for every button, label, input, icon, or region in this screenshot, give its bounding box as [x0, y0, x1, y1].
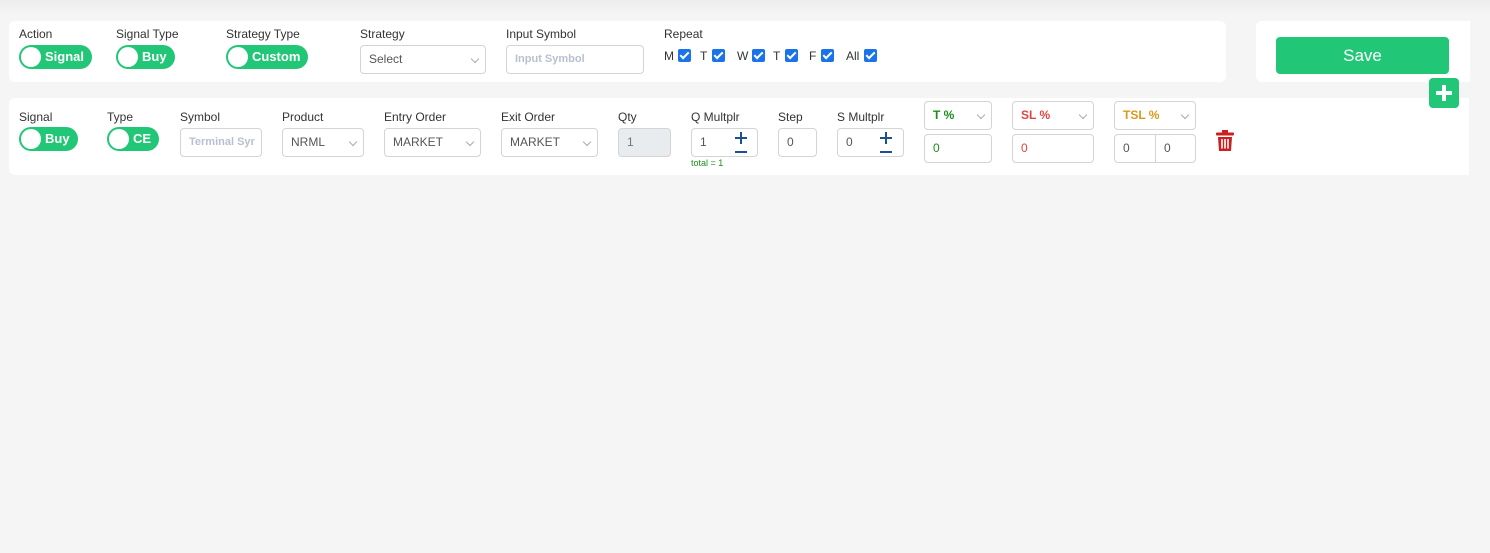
plus-square-icon[interactable]	[1429, 78, 1459, 108]
repeat-checkbox-friday[interactable]	[821, 49, 834, 62]
q-multiplier-total: total = 1	[691, 158, 724, 168]
s-multiplier-label: S Multplr	[837, 110, 885, 124]
entry-order-label: Entry Order	[384, 110, 447, 124]
product-select[interactable]: NRML	[282, 128, 364, 157]
step-value: 0	[787, 135, 794, 149]
strategy-type-toggle[interactable]: Custom	[226, 45, 309, 69]
trailing-sl-value-a: 0	[1123, 141, 1130, 155]
type-toggle[interactable]: CE	[107, 127, 160, 151]
signal-type-label: Signal Type	[116, 27, 179, 41]
save-button[interactable]: Save	[1276, 37, 1449, 74]
repeat-checkbox-thursday[interactable]	[785, 49, 798, 62]
step-label: Step	[778, 110, 803, 124]
q-multiplier-value: 1	[700, 135, 707, 149]
chevron-down-icon	[1180, 110, 1190, 120]
s-multiplier-value: 0	[846, 135, 853, 149]
entry-order-select-value: MARKET	[393, 135, 444, 149]
trash-icon[interactable]	[1216, 130, 1234, 151]
target-field[interactable]: 0	[924, 134, 992, 163]
chevron-down-icon	[1078, 110, 1088, 120]
exit-order-label: Exit Order	[501, 110, 556, 124]
q-multiplier-label: Q Multplr	[691, 110, 740, 124]
s-multiplier-increment-icon[interactable]	[880, 132, 892, 144]
strategy-settings-card: Action Signal Signal Type Buy Strategy T…	[9, 21, 1226, 82]
save-card: Save	[1256, 21, 1470, 82]
symbol-placeholder: Terminal Syr	[189, 136, 255, 148]
leg-row-card: Signal Buy Type CE Symbol Terminal Syr P…	[9, 98, 1469, 175]
target-type-value: T %	[933, 108, 955, 122]
toggle-knob	[118, 47, 138, 67]
step-field[interactable]: 0	[778, 128, 817, 157]
stoploss-value: 0	[1021, 141, 1028, 155]
repeat-label: Repeat	[664, 27, 703, 41]
repeat-day-monday: M	[664, 49, 674, 63]
signal-type-toggle-text: Buy	[142, 49, 167, 64]
trailing-sl-type-select[interactable]: TSL %	[1114, 101, 1196, 130]
stoploss-type-select[interactable]: SL %	[1012, 101, 1094, 130]
action-toggle[interactable]: Signal	[19, 45, 93, 69]
s-multiplier-decrement-icon[interactable]	[880, 151, 892, 153]
repeat-day-friday: F	[809, 49, 817, 63]
signal-label: Signal	[19, 110, 53, 124]
s-multiplier-field[interactable]: 0	[837, 128, 904, 157]
product-label: Product	[282, 110, 324, 124]
stoploss-type-value: SL %	[1021, 108, 1051, 122]
chevron-down-icon	[976, 110, 986, 120]
strategy-select[interactable]: Select	[360, 45, 486, 74]
strategy-label: Strategy	[360, 27, 405, 41]
symbol-label: Symbol	[180, 110, 221, 124]
signal-toggle-text: Buy	[45, 131, 70, 146]
qty-field: 1	[618, 128, 671, 157]
chevron-down-icon	[465, 137, 475, 147]
toggle-knob	[21, 129, 41, 149]
signal-toggle[interactable]: Buy	[19, 127, 78, 151]
qty-value: 1	[627, 135, 634, 149]
signal-type-toggle[interactable]: Buy	[116, 45, 175, 69]
exit-order-select[interactable]: MARKET	[501, 128, 598, 157]
target-value: 0	[933, 141, 940, 155]
repeat-day-all: All	[846, 49, 860, 63]
type-toggle-text: CE	[133, 131, 152, 146]
input-symbol-field[interactable]: Input Symbol	[506, 45, 644, 74]
action-toggle-text: Signal	[45, 49, 85, 64]
strategy-select-value: Select	[369, 52, 403, 66]
input-symbol-label: Input Symbol	[506, 27, 577, 41]
repeat-checkbox-tuesday[interactable]	[712, 49, 725, 62]
chevron-down-icon	[348, 137, 358, 147]
exit-order-select-value: MARKET	[510, 135, 561, 149]
entry-order-select[interactable]: MARKET	[384, 128, 481, 157]
toggle-knob	[109, 129, 129, 149]
target-type-select[interactable]: T %	[924, 101, 992, 130]
repeat-checkbox-all[interactable]	[864, 49, 877, 62]
q-multiplier-field[interactable]: 1	[691, 128, 758, 157]
type-label: Type	[107, 110, 134, 124]
q-multiplier-decrement-icon[interactable]	[735, 151, 747, 153]
repeat-day-thursday: T	[773, 49, 781, 63]
toggle-knob	[21, 47, 41, 67]
repeat-day-tuesday: T	[700, 49, 708, 63]
strategy-type-toggle-text: Custom	[252, 49, 301, 64]
stoploss-field[interactable]: 0	[1012, 134, 1094, 163]
trailing-sl-field-b[interactable]: 0	[1155, 134, 1196, 163]
repeat-checkbox-wednesday[interactable]	[752, 49, 765, 62]
chevron-down-icon	[582, 137, 592, 147]
chevron-down-icon	[470, 54, 480, 64]
action-label: Action	[19, 27, 53, 41]
trailing-sl-field-a[interactable]: 0	[1114, 134, 1156, 163]
repeat-day-wednesday: W	[737, 49, 749, 63]
toggle-knob	[228, 47, 248, 67]
strategy-type-label: Strategy Type	[226, 27, 300, 41]
product-select-value: NRML	[291, 135, 326, 149]
qty-label: Qty	[618, 110, 637, 124]
input-symbol-placeholder: Input Symbol	[515, 53, 585, 65]
top-shadow	[0, 0, 1490, 14]
repeat-checkbox-monday[interactable]	[678, 49, 691, 62]
q-multiplier-increment-icon[interactable]	[735, 132, 747, 144]
symbol-field[interactable]: Terminal Syr	[180, 128, 262, 157]
trailing-sl-type-value: TSL %	[1123, 108, 1160, 122]
trailing-sl-value-b: 0	[1164, 141, 1171, 155]
